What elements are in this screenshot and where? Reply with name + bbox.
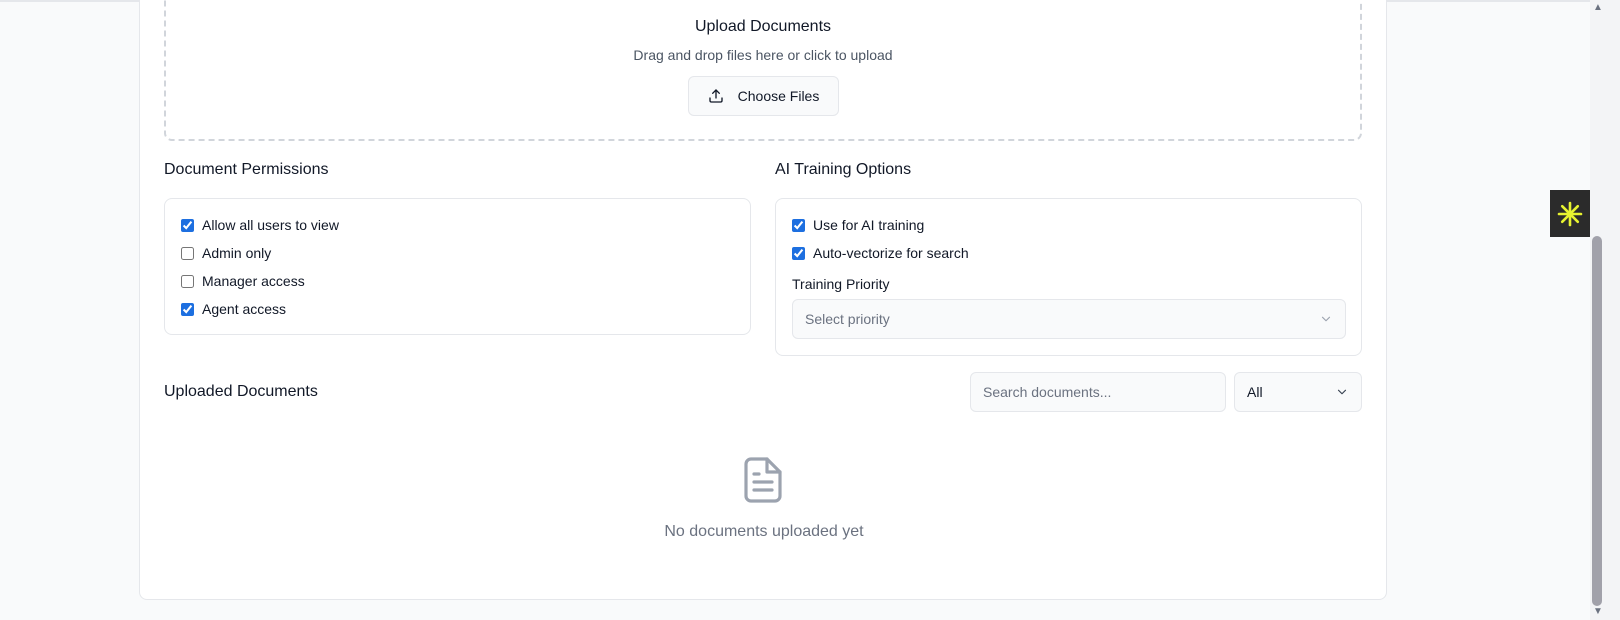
uploaded-documents-title: Uploaded Documents [164,383,318,400]
ai-option-auto-vectorize[interactable]: Auto-vectorize for search [792,245,969,261]
document-filter-select[interactable]: All [1234,372,1362,412]
choose-files-label: Choose Files [737,88,820,104]
permission-manager-access[interactable]: Manager access [181,273,305,289]
permission-label: Agent access [202,301,287,317]
upload-subtitle: Drag and drop files here or click to upl… [633,47,893,63]
use-for-training-checkbox[interactable] [792,218,805,232]
permission-label: Admin only [202,245,272,261]
manager-access-checkbox[interactable] [181,274,194,288]
training-priority-value: Select priority [805,311,890,327]
permission-label: Allow all users to view [202,217,339,233]
permission-allow-all-users[interactable]: Allow all users to view [181,217,339,233]
ai-option-label: Use for AI training [813,217,925,233]
scroll-up-arrow[interactable]: ▲ [1591,2,1605,13]
scrollbar-thumb[interactable] [1592,236,1602,606]
allow-all-checkbox[interactable] [181,218,194,232]
auto-vectorize-checkbox[interactable] [792,246,805,260]
assistant-widget[interactable] [1550,190,1590,237]
search-documents-input[interactable] [970,372,1226,412]
upload-dropzone[interactable]: Upload Documents Drag and drop files her… [164,0,1362,141]
asterisk-icon [1557,201,1583,226]
training-priority-label: Training Priority [792,276,890,292]
empty-state-text: No documents uploaded yet [664,523,864,540]
permissions-panel: Allow all users to view Admin only Manag… [164,198,751,335]
document-filter-value: All [1247,384,1263,400]
chevron-down-icon [1321,316,1331,322]
file-text-icon [744,457,782,503]
scroll-down-arrow[interactable]: ▼ [1591,606,1605,617]
ai-training-panel: Use for AI training Auto-vectorize for s… [775,198,1362,356]
permissions-title: Document Permissions [164,161,329,178]
admin-only-checkbox[interactable] [181,246,194,260]
upload-icon [708,89,723,103]
upload-title: Upload Documents [694,18,832,35]
choose-files-button[interactable]: Choose Files [688,76,839,116]
permission-agent-access[interactable]: Agent access [181,301,286,317]
ai-training-title: AI Training Options [775,161,912,178]
permission-label: Manager access [202,273,305,289]
permission-admin-only[interactable]: Admin only [181,245,271,261]
agent-access-checkbox[interactable] [181,302,194,316]
ai-option-use-for-training[interactable]: Use for AI training [792,217,924,233]
chevron-down-icon [1337,389,1347,395]
ai-option-label: Auto-vectorize for search [813,245,969,261]
training-priority-select[interactable]: Select priority [792,299,1346,339]
